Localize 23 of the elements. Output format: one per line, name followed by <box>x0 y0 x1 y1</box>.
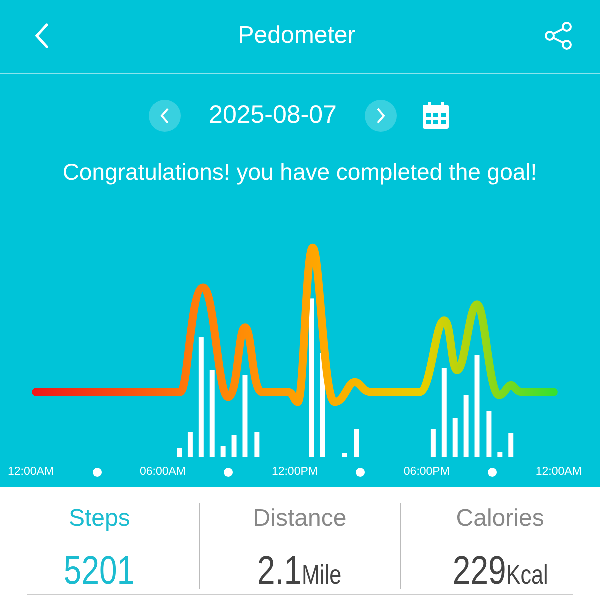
stat-value: 229Kcal <box>452 548 548 595</box>
axis-label: 12:00PM <box>272 464 318 480</box>
tick-dot <box>488 468 498 478</box>
stat-tab[interactable]: Distance <box>200 493 400 537</box>
axis-label: 06:00AM <box>140 464 186 480</box>
stat-value: 2.1Mile <box>258 548 342 595</box>
share-icon[interactable] <box>544 22 574 50</box>
tick-dot <box>224 468 234 478</box>
calendar-icon[interactable] <box>420 100 451 131</box>
stat-value: 5201 <box>64 548 136 595</box>
axis-label: 12:00AM <box>8 464 54 480</box>
axis-label: 12:00AM <box>536 464 582 480</box>
back-icon[interactable] <box>34 23 50 50</box>
axis-label: 06:00PM <box>404 464 450 480</box>
date-label: 2025-08-07 <box>209 100 337 131</box>
goal-message: Congratulations! you have completed the goal! <box>62 158 538 188</box>
tick-dot <box>92 468 102 478</box>
tick-dot <box>356 468 366 478</box>
previous-day-icon[interactable] <box>149 100 182 132</box>
next-day-icon[interactable] <box>364 100 397 132</box>
stat-tab[interactable]: Steps <box>0 493 200 537</box>
stat-tab[interactable]: Calories <box>400 493 600 537</box>
page-title: Pedometer <box>238 21 356 52</box>
